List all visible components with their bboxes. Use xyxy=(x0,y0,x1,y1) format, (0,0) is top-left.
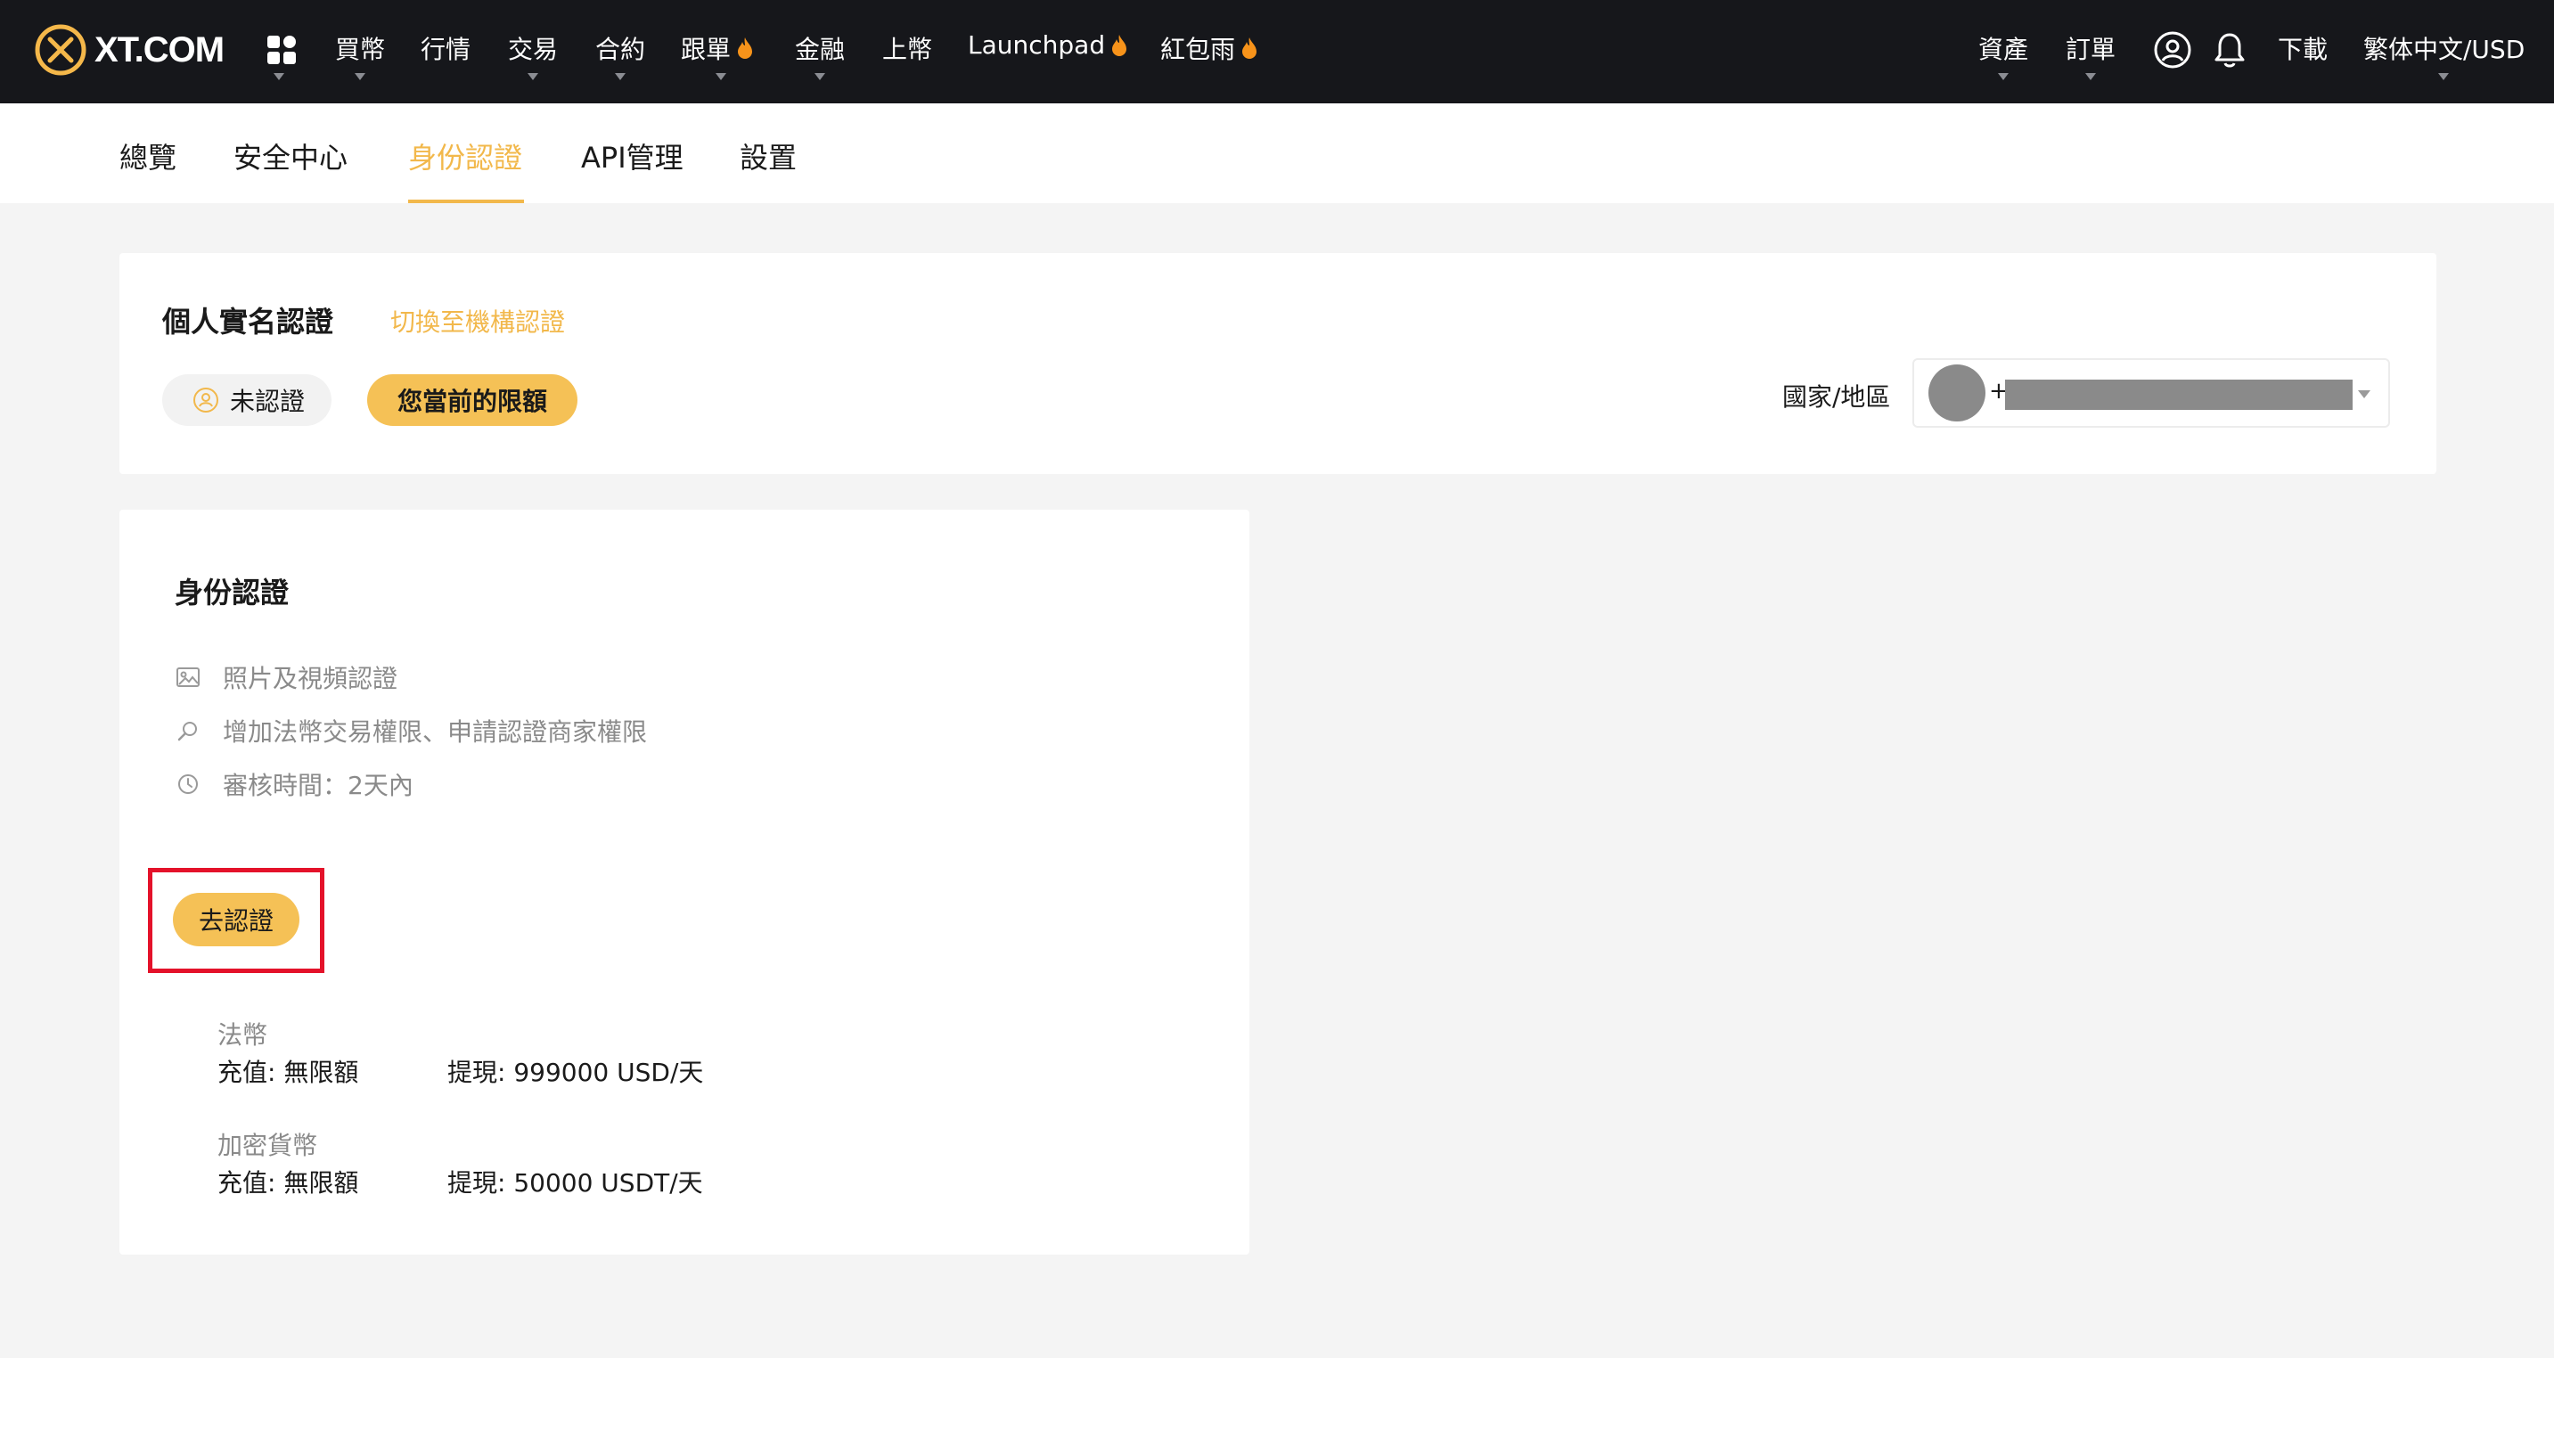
nav-label: 買幣 xyxy=(335,35,386,64)
nav-orders[interactable]: 訂單 xyxy=(2066,30,2116,66)
country-region-select[interactable]: + xyxy=(1912,358,2390,428)
kyc-title: 個人實名認證 xyxy=(162,305,334,339)
tab-settings[interactable]: 設置 xyxy=(740,135,797,176)
fire-icon xyxy=(1112,34,1127,56)
chevron-down-icon xyxy=(814,73,825,80)
tab-security-center[interactable]: 安全中心 xyxy=(233,135,348,176)
nav-assets[interactable]: 資產 xyxy=(1978,30,2028,66)
nav-markets[interactable]: 行情 xyxy=(421,30,471,66)
switch-to-institution-link[interactable]: 切換至機構認證 xyxy=(390,303,565,339)
limit-heading-fiat: 法幣 xyxy=(217,1020,268,1050)
highlight-box xyxy=(148,868,324,973)
user-circle-icon[interactable] xyxy=(2153,30,2192,73)
nav-futures[interactable]: 合約 xyxy=(595,30,645,66)
nav-label: 資產 xyxy=(1978,35,2029,64)
nav-label: 紅包雨 xyxy=(1160,35,1236,64)
identity-verification-card: 身份認證 照片及視頻認證 增加法幣交易權限、申請認證商家權限 審核時間：2天內 … xyxy=(119,510,1249,1255)
nav-listing[interactable]: 上幣 xyxy=(882,30,932,66)
current-limit-button[interactable]: 您當前的限額 xyxy=(367,374,577,426)
feature-text: 照片及視頻認證 xyxy=(223,664,398,693)
nav-launchpad[interactable]: Launchpad xyxy=(968,30,1128,60)
kyc-status-card: 個人實名認證 切換至機構認證 未認證 您當前的限額 國家/地區 + xyxy=(119,253,2436,474)
fire-icon xyxy=(1242,37,1257,59)
xt-logo-icon xyxy=(35,24,86,76)
nav-finance[interactable]: 金融 xyxy=(795,30,845,66)
limit-heading-crypto: 加密貨幣 xyxy=(217,1131,318,1160)
chevron-down-icon xyxy=(615,73,626,80)
nav-download[interactable]: 下載 xyxy=(2278,30,2328,66)
nav-red-packet[interactable]: 紅包雨 xyxy=(1160,30,1258,66)
nav-label: 行情 xyxy=(421,35,471,64)
verification-status-badge: 未認證 xyxy=(162,374,332,426)
apps-grid-icon[interactable] xyxy=(266,34,298,70)
chevron-down-icon xyxy=(2085,73,2096,80)
clock-icon xyxy=(175,771,201,798)
feature-item: 照片及視頻認證 xyxy=(175,659,397,695)
logo-text: XT.COM xyxy=(94,29,225,70)
country-flag-icon xyxy=(1928,364,1985,421)
nav-label: 合約 xyxy=(595,35,646,64)
fiat-withdraw-limit: 提現: 999000 USD/天 xyxy=(447,1058,704,1087)
crypto-deposit-limit: 充值: 無限額 xyxy=(217,1168,359,1198)
nav-label: Launchpad xyxy=(968,30,1106,60)
tab-identity-verification[interactable]: 身份認證 xyxy=(408,135,522,176)
nav-label: 交易 xyxy=(508,35,559,64)
chevron-down-icon xyxy=(1998,73,2009,80)
country-region-label: 國家/地區 xyxy=(1782,382,1891,412)
feature-item: 增加法幣交易權限、申請認證商家權限 xyxy=(175,713,647,748)
top-navigation-bar: XT.COM 買幣 行情 交易 合約 跟單 金融 上幣 Launchpad 紅包… xyxy=(0,0,2554,103)
locale-currency-selector[interactable]: 繁体中文/USD xyxy=(2363,30,2525,66)
search-icon xyxy=(175,717,201,744)
user-badge-icon xyxy=(192,387,219,413)
status-label: 未認證 xyxy=(230,387,306,416)
tab-api-management[interactable]: API管理 xyxy=(581,135,684,176)
chevron-down-icon xyxy=(2358,390,2370,398)
feature-text: 審核時間：2天內 xyxy=(223,771,413,800)
fire-icon xyxy=(738,37,753,59)
nav-buy-crypto[interactable]: 買幣 xyxy=(335,30,385,66)
redacted-country-value xyxy=(2005,380,2353,410)
nav-label: 金融 xyxy=(795,35,846,64)
nav-label: 訂單 xyxy=(2066,35,2116,64)
feature-item: 審核時間：2天內 xyxy=(175,766,413,802)
chevron-down-icon xyxy=(2438,73,2449,80)
chevron-down-icon xyxy=(528,73,538,80)
xt-logo[interactable]: XT.COM xyxy=(34,21,225,78)
nav-trade[interactable]: 交易 xyxy=(508,30,558,66)
nav-label: 上幣 xyxy=(882,35,933,64)
bell-icon[interactable] xyxy=(2212,30,2247,73)
fiat-deposit-limit: 充值: 無限額 xyxy=(217,1058,359,1087)
nav-label: 下載 xyxy=(2278,35,2329,64)
image-icon xyxy=(175,664,201,691)
nav-copy-trading[interactable]: 跟單 xyxy=(681,30,754,66)
nav-label: 繁体中文/USD xyxy=(2363,35,2525,64)
chevron-down-icon xyxy=(355,73,365,80)
feature-text: 增加法幣交易權限、申請認證商家權限 xyxy=(223,717,648,747)
nav-label: 跟單 xyxy=(681,35,732,64)
identity-verification-title: 身份認證 xyxy=(175,576,290,609)
tab-overview[interactable]: 總覽 xyxy=(119,135,176,176)
account-subnav: 總覽 安全中心 身份認證 API管理 設置 xyxy=(0,103,2554,203)
apps-caret-icon xyxy=(274,73,284,80)
crypto-withdraw-limit: 提現: 50000 USDT/天 xyxy=(447,1168,703,1198)
chevron-down-icon xyxy=(716,73,726,80)
